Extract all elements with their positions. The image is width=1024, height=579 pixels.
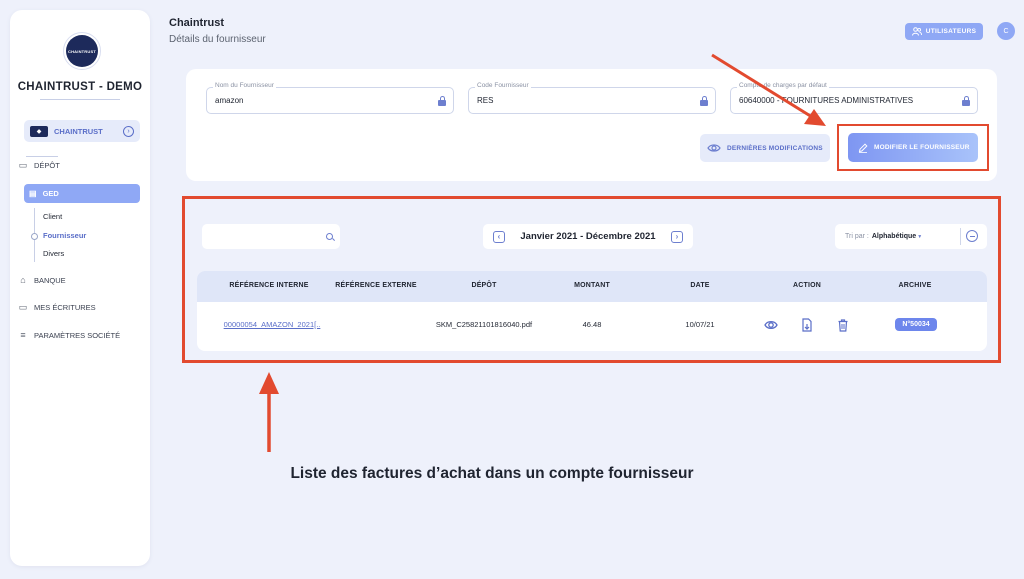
company-logo: CHAINTRUST — [63, 32, 101, 70]
supplier-code-field[interactable]: Code Fournisseur RES — [468, 82, 716, 114]
column-header[interactable]: RÉFÉRENCE INTERNE — [229, 282, 308, 289]
field-value: 60640000 - FOURNITURES ADMINISTRATIVES — [739, 96, 914, 105]
page-title: Chaintrust — [169, 17, 224, 29]
download-file-icon[interactable] — [800, 318, 814, 332]
column-header[interactable]: DÉPÔT — [471, 282, 496, 289]
page-subtitle: Détails du fournisseur — [169, 34, 266, 45]
users-button-label: UTILISATEURS — [925, 28, 977, 35]
logo-mark: CHAINTRUST — [66, 35, 98, 67]
column-header[interactable]: ARCHIVE — [899, 282, 932, 289]
settings-sliders-icon: ≡ — [20, 330, 26, 340]
invoice-table: RÉFÉRENCE INTERNE RÉFÉRENCE EXTERNE DÉPÔ… — [197, 271, 987, 351]
internal-reference-link[interactable]: 00000054_AMAZON_2021[.. — [224, 320, 321, 329]
amount-cell: 46.48 — [582, 320, 602, 329]
column-header[interactable]: MONTANT — [574, 282, 610, 289]
organization-selector[interactable]: ◆ CHAINTRUST › — [24, 120, 140, 142]
field-label: Compte de charges par défaut — [737, 82, 829, 89]
organization-chip-icon: ◆ — [30, 125, 48, 137]
nav-item-banque[interactable]: ⌂ BANQUE — [14, 270, 140, 290]
nav-item-label: BANQUE — [34, 275, 66, 285]
nav-subitem-fournisseur[interactable]: Fournisseur — [43, 231, 86, 240]
last-modifications-label: DERNIÈRES MODIFICATIONS — [727, 144, 823, 152]
eye-icon[interactable] — [764, 318, 778, 332]
nav-subitem-client[interactable]: Client — [43, 212, 62, 221]
column-header[interactable]: RÉFÉRENCE EXTERNE — [335, 282, 417, 289]
nav-item-label: MES ÉCRITURES — [34, 302, 96, 312]
default-account-field[interactable]: Compte de charges par défaut 60640000 - … — [730, 82, 978, 114]
table-header: RÉFÉRENCE INTERNE RÉFÉRENCE EXTERNE DÉPÔ… — [197, 271, 987, 302]
chevron-right-icon[interactable]: › — [123, 125, 134, 137]
folder-icon: ▭ — [18, 302, 28, 312]
trash-icon[interactable] — [836, 318, 850, 332]
annotation-caption: Liste des factures d’achat dans un compt… — [290, 465, 694, 482]
period-selector: ‹ Janvier 2021 - Décembre 2021 › — [483, 224, 693, 249]
edit-supplier-label: MODIFIER LE FOURNISSEUR — [874, 144, 970, 151]
search-input[interactable] — [202, 224, 340, 249]
archive-badge[interactable]: N°50034 — [895, 318, 937, 331]
column-header: ACTION — [792, 282, 822, 289]
chevron-left-icon[interactable]: ‹ — [493, 230, 505, 243]
divider — [40, 99, 120, 100]
supplier-name-field[interactable]: Nom du Fournisseur amazon — [206, 82, 454, 114]
chevron-right-icon[interactable]: › — [671, 230, 683, 243]
pencil-icon — [858, 142, 868, 153]
nav-item-label: PARAMÈTRES SOCIÉTÉ — [34, 330, 121, 340]
supplier-form-card — [186, 69, 997, 181]
eye-icon — [707, 144, 721, 152]
edit-supplier-button[interactable]: MODIFIER LE FOURNISSEUR — [848, 133, 978, 162]
organization-label: CHAINTRUST — [54, 126, 103, 136]
bank-icon: ⌂ — [20, 275, 26, 285]
deposit-filename-cell: SKM_C25821101816040.pdf — [435, 320, 533, 329]
nav-item-depot[interactable]: ▭ DÉPÔT — [14, 155, 140, 175]
column-header[interactable]: DATE — [690, 282, 709, 289]
period-label: Janvier 2021 - Décembre 2021 — [520, 231, 656, 242]
nav-item-label: DÉPÔT — [34, 160, 60, 170]
lock-icon — [438, 96, 446, 106]
field-value: amazon — [215, 96, 244, 105]
active-indicator-icon — [31, 233, 38, 240]
field-label: Nom du Fournisseur — [213, 82, 276, 89]
nav-item-parametres[interactable]: ≡ PARAMÈTRES SOCIÉTÉ — [14, 325, 140, 345]
annotation-arrow-to-list — [259, 372, 279, 452]
last-modifications-button[interactable]: DERNIÈRES MODIFICATIONS — [700, 134, 830, 162]
lock-icon — [700, 96, 708, 106]
company-name: CHAINTRUST - DEMO — [17, 81, 143, 93]
users-button[interactable]: UTILISATEURS — [905, 23, 983, 40]
users-icon — [911, 27, 922, 36]
sort-direction-icon[interactable] — [966, 230, 978, 242]
search-icon — [326, 233, 333, 240]
document-icon: ▤ — [29, 189, 37, 198]
folder-icon: ▭ — [18, 160, 28, 170]
field-value: RES — [477, 96, 494, 105]
nav-item-ged[interactable]: ▤ GED — [24, 184, 140, 203]
nav-item-label: GED — [42, 189, 59, 198]
sort-selector[interactable]: Tri par : Alphabétique ▼ — [835, 224, 987, 249]
date-cell: 10/07/21 — [685, 320, 715, 329]
sort-prefix: Tri par : — [845, 233, 869, 240]
caret-down-icon: ▼ — [917, 233, 923, 240]
field-label: Code Fournisseur — [475, 82, 531, 89]
sort-value: Alphabétique — [871, 233, 917, 240]
nav-item-ecritures[interactable]: ▭ MES ÉCRITURES — [14, 297, 140, 317]
lock-icon — [962, 96, 970, 106]
divider — [960, 228, 961, 245]
nav-subitem-divers[interactable]: Divers — [43, 249, 64, 258]
avatar[interactable]: C — [997, 22, 1015, 40]
